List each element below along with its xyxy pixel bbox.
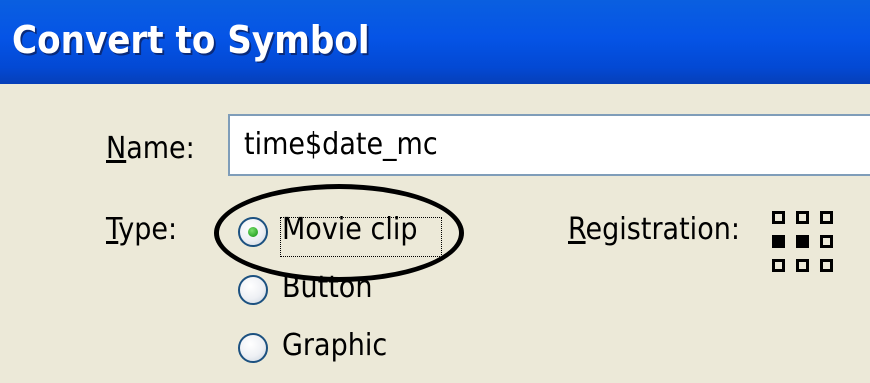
registration-cell-center[interactable]: [796, 235, 809, 248]
type-label: Type:: [106, 212, 177, 247]
name-label: Name:: [106, 131, 195, 166]
registration-cell-bottom-right[interactable]: [820, 259, 833, 272]
highlight-ellipse-annotation: [214, 184, 464, 282]
graphic-radio[interactable]: [238, 333, 268, 363]
registration-cell-top-right[interactable]: [820, 211, 833, 224]
graphic-label[interactable]: Graphic: [282, 328, 387, 363]
registration-cell-bottom-left[interactable]: [772, 259, 785, 272]
name-label-text: ame:: [126, 131, 195, 166]
registration-cell-bottom-center[interactable]: [796, 259, 809, 272]
type-label-mnemonic: T: [106, 212, 119, 247]
registration-cell-top-left[interactable]: [772, 211, 785, 224]
button-radio[interactable]: [238, 275, 268, 305]
window-title: Convert to Symbol: [12, 18, 370, 62]
registration-label: Registration:: [568, 212, 740, 247]
registration-grid[interactable]: [772, 211, 838, 277]
registration-cell-center-left[interactable]: [772, 235, 785, 248]
title-bar[interactable]: Convert to Symbol: [0, 0, 870, 84]
registration-label-mnemonic: R: [568, 212, 586, 247]
type-label-text: ype:: [118, 212, 178, 247]
name-input[interactable]: time$date_mc: [228, 114, 870, 176]
registration-label-text: egistration:: [585, 212, 740, 247]
registration-cell-center-right[interactable]: [820, 235, 833, 248]
name-input-value: time$date_mc: [244, 127, 438, 162]
name-label-mnemonic: N: [106, 131, 127, 166]
registration-cell-top-center[interactable]: [796, 211, 809, 224]
dialog-body: Name: time$date_mc Type: Movie clip Butt…: [0, 84, 870, 383]
